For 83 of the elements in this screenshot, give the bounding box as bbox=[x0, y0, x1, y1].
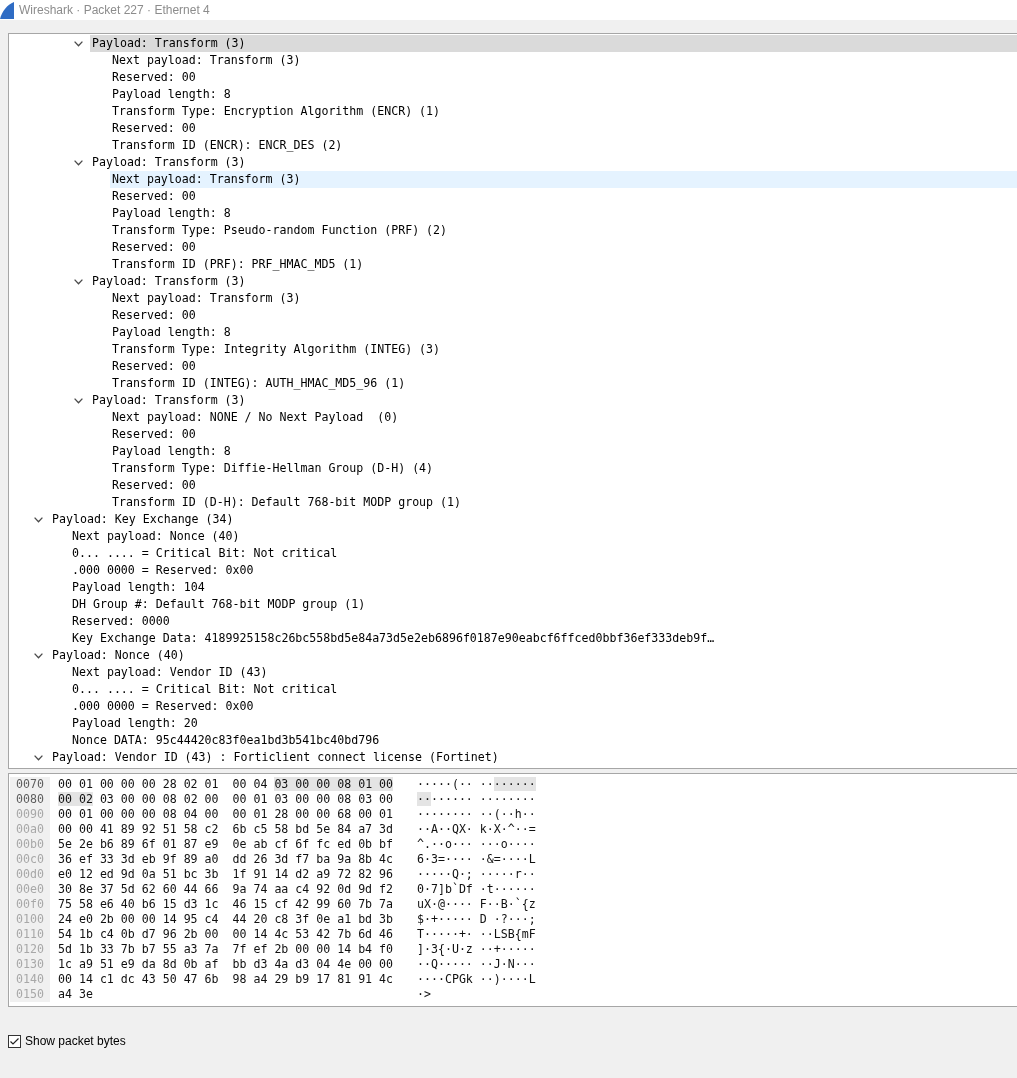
ascii-text: ········ ··(··h·· bbox=[417, 807, 536, 822]
tree-item[interactable]: Reserved: 00 bbox=[110, 307, 200, 324]
ascii-text: $·+····· D ·?···; bbox=[417, 912, 536, 927]
tree-item[interactable]: Payload: Transform (3) bbox=[90, 154, 250, 171]
tree-item[interactable]: Transform ID (INTEG): AUTH_HMAC_MD5_96 (1) bbox=[110, 375, 410, 392]
byte-offset: 00f0 bbox=[10, 897, 50, 912]
chevron-icon[interactable] bbox=[74, 159, 83, 166]
byte-offset: 0140 bbox=[10, 972, 50, 987]
byte-offset: 0110 bbox=[10, 927, 50, 942]
tree-item[interactable]: Payload length: 8 bbox=[110, 443, 235, 460]
chevron-icon[interactable] bbox=[34, 754, 43, 761]
ascii-text: ·····(·· ········ bbox=[417, 777, 536, 792]
ascii-text: T·····+· ··LSB{mF bbox=[417, 927, 536, 942]
tree-item[interactable]: Payload length: 8 bbox=[110, 324, 235, 341]
byte-offset: 0080 bbox=[10, 792, 50, 807]
tree-item[interactable]: Reserved: 00 bbox=[110, 426, 200, 443]
ascii-text: ········ ········ bbox=[417, 792, 536, 807]
tree-item[interactable]: 0... .... = Critical Bit: Not critical bbox=[70, 681, 342, 698]
window-title: Wireshark · Packet 227 · Ethernet 4 bbox=[19, 3, 210, 17]
tree-item[interactable]: 0... .... = Critical Bit: Not critical bbox=[70, 545, 342, 562]
tree-item[interactable]: .000 0000 = Reserved: 0x00 bbox=[70, 698, 258, 715]
tree-item[interactable]: Next payload: Nonce (40) bbox=[70, 528, 244, 545]
tree-item[interactable]: Next payload: Transform (3) bbox=[110, 171, 1017, 188]
tree-item[interactable]: Transform ID (ENCR): ENCR_DES (2) bbox=[110, 137, 347, 154]
checkbox[interactable] bbox=[8, 1034, 21, 1048]
tree-item[interactable]: Payload length: 104 bbox=[70, 579, 209, 596]
tree-item[interactable]: DH Group #: Default 768-bit MODP group (1) bbox=[70, 596, 370, 613]
chevron-icon[interactable] bbox=[34, 516, 43, 523]
ascii-text: 0·7]b`Df ·t······ bbox=[417, 882, 536, 897]
ascii-text: ·····Q·; ·····r·· bbox=[417, 867, 536, 882]
byte-offset: 0070 bbox=[10, 777, 50, 792]
tree-item[interactable]: Transform Type: Encryption Algorithm (ENCR) (1) bbox=[110, 103, 445, 120]
ascii-text: uX·@···· F··B·`{z bbox=[417, 897, 536, 912]
tree-item[interactable]: Reserved: 00 bbox=[110, 358, 200, 375]
byte-offset: 00e0 bbox=[10, 882, 50, 897]
tree-item[interactable]: Next payload: Transform (3) bbox=[110, 52, 305, 69]
byte-offset: 00b0 bbox=[10, 837, 50, 852]
tree-item[interactable]: .000 0000 = Reserved: 0x00 bbox=[70, 562, 258, 579]
tree-item[interactable]: Payload length: 8 bbox=[110, 205, 235, 222]
tree-item[interactable]: Payload: Nonce (40) bbox=[50, 647, 189, 664]
tree-item[interactable]: Next payload: Transform (3) bbox=[110, 290, 305, 307]
hex-bytes: 00 02 03 00 00 08 02 00 00 01 03 00 00 08 03 00 bbox=[58, 792, 394, 807]
tree-item[interactable]: Key Exchange Data: 4189925158c26bc558bd5e84a73d5e2eb6896f0187e90eabcf6ffced0bbf36ef333deb9f… bbox=[70, 630, 719, 647]
byte-offset: 0120 bbox=[10, 942, 50, 957]
tree-item[interactable]: Payload: Transform (3) bbox=[90, 35, 1017, 52]
hex-bytes: 00 01 00 00 00 28 02 01 00 04 03 00 00 08 01 00 bbox=[58, 777, 394, 792]
byte-offset: 0100 bbox=[10, 912, 50, 927]
tree-item[interactable]: Payload: Key Exchange (34) bbox=[50, 511, 238, 528]
tree-item[interactable]: Reserved: 00 bbox=[110, 477, 200, 494]
tree-item[interactable]: Payload: Transform (3) bbox=[90, 392, 250, 409]
fin-icon bbox=[0, 1, 14, 19]
ascii-text: ]·3{·U·z ··+····· bbox=[417, 942, 536, 957]
tree-item[interactable]: Transform ID (PRF): PRF_HMAC_MD5 (1) bbox=[110, 256, 368, 273]
byte-offset: 0130 bbox=[10, 957, 50, 972]
tree-item[interactable]: Payload length: 20 bbox=[70, 715, 202, 732]
tree-item[interactable]: Payload length: 8 bbox=[110, 86, 235, 103]
tree-item[interactable]: Transform Type: Integrity Algorithm (INTEG) (3) bbox=[110, 341, 445, 358]
byte-offset: 0150 bbox=[10, 987, 50, 1002]
byte-offset: 00a0 bbox=[10, 822, 50, 837]
tree-item[interactable]: Reserved: 00 bbox=[110, 188, 200, 205]
tree-item[interactable]: Transform ID (D-H): Default 768-bit MODP group (1) bbox=[110, 494, 465, 511]
tree-item[interactable]: Transform Type: Pseudo-random Function (PRF) (2) bbox=[110, 222, 452, 239]
ascii-text: ··Q····· ··J·N··· bbox=[417, 957, 536, 972]
ascii-text: ··A··QX· k·X·^··= bbox=[417, 822, 536, 837]
tree-item[interactable]: Next payload: NONE / No Next Payload (0) bbox=[110, 409, 403, 426]
tree-item[interactable]: Payload: Vendor ID (43) : Forticlient connect license (Fortinet) bbox=[50, 749, 503, 766]
byte-offset: 0090 bbox=[10, 807, 50, 822]
chevron-icon[interactable] bbox=[34, 652, 43, 659]
tree-item[interactable]: Reserved: 0000 bbox=[70, 613, 174, 630]
tree-item[interactable]: Reserved: 00 bbox=[110, 69, 200, 86]
checkbox-label[interactable]: Show packet bytes bbox=[25, 1034, 126, 1048]
tree-item[interactable]: Reserved: 00 bbox=[110, 120, 200, 137]
tree-item[interactable]: Payload: Transform (3) bbox=[90, 273, 250, 290]
byte-offset: 00d0 bbox=[10, 867, 50, 882]
ascii-text: ····CPGk ··)····L bbox=[417, 972, 536, 987]
chevron-icon[interactable] bbox=[74, 397, 83, 404]
tree-item[interactable]: Next payload: Vendor ID (43) bbox=[70, 664, 272, 681]
tree-item[interactable]: Nonce DATA: 95c44420c83f0ea1bd3b541bc40bd796 bbox=[70, 732, 384, 749]
tree-item[interactable]: Transform Type: Diffie-Hellman Group (D-H) (4) bbox=[110, 460, 438, 477]
chevron-icon[interactable] bbox=[74, 278, 83, 285]
chevron-icon[interactable] bbox=[74, 40, 83, 47]
tree-item[interactable]: Reserved: 00 bbox=[110, 239, 200, 256]
byte-offset: 00c0 bbox=[10, 852, 50, 867]
